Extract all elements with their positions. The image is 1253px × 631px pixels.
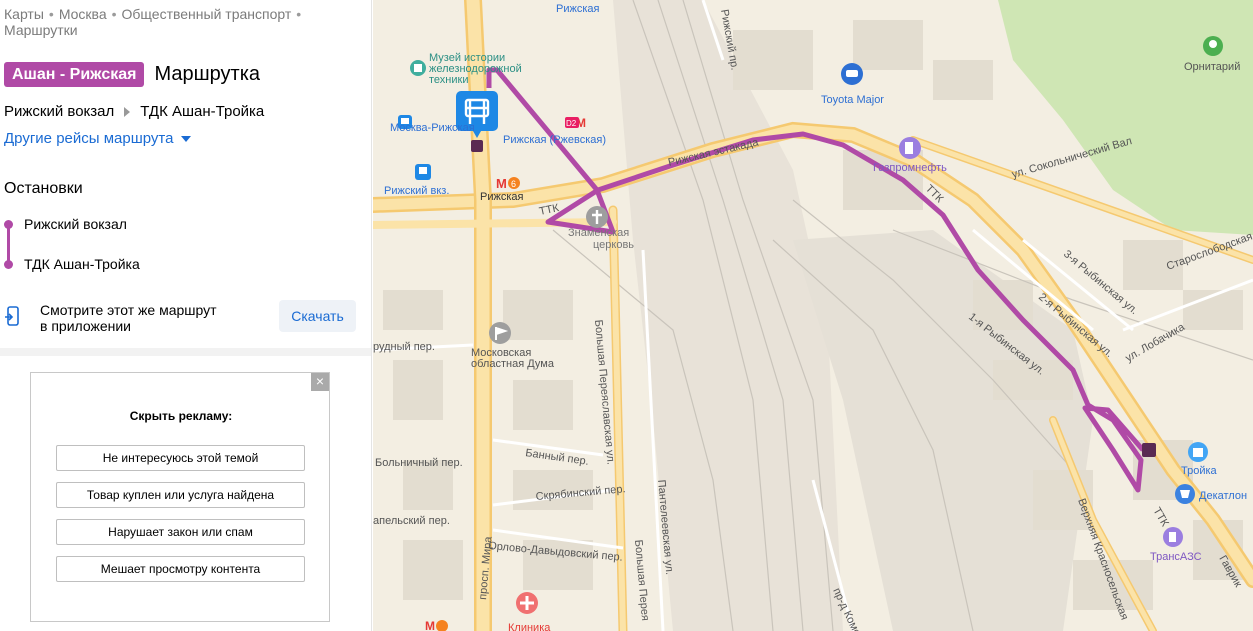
hide-ad-option[interactable]: Товар куплен или услуга найдена bbox=[56, 482, 305, 508]
map-canvas[interactable]: М6 МD2 М Рижская Музей истории железнодо… bbox=[373, 0, 1253, 631]
stops-heading: Остановки bbox=[4, 180, 83, 197]
label-bolnichny: Больничный пер. bbox=[375, 457, 463, 469]
breadcrumb-item-public-transport[interactable]: Общественный транспорт bbox=[122, 6, 292, 22]
label-riga-vokzal: Рижский вкз. bbox=[384, 185, 449, 197]
breadcrumb-item-moscow[interactable]: Москва bbox=[59, 6, 107, 22]
app-promo: Смотрите этот же маршрут в приложении Ск… bbox=[0, 294, 371, 348]
label-moskva-riga: Москва-Рижская bbox=[390, 122, 475, 134]
promo-line2: в приложении bbox=[40, 318, 131, 334]
other-trips-label: Другие рейсы маршрута bbox=[4, 130, 174, 147]
label-decathlon: Декатлон bbox=[1199, 490, 1247, 502]
route-title-row: Ашан - Рижская Маршрутка bbox=[4, 62, 260, 87]
route-type-title: Маршрутка bbox=[154, 63, 260, 85]
hide-ad-title: Скрыть рекламу: bbox=[129, 409, 233, 423]
route-badge: Ашан - Рижская bbox=[4, 62, 145, 87]
label-kapel: апельский пер. bbox=[373, 515, 450, 527]
chevron-down-icon bbox=[181, 135, 192, 142]
train-icon[interactable] bbox=[415, 164, 431, 180]
metro-line-number: 6 bbox=[511, 179, 516, 189]
hide-ad-box: × Скрыть рекламу: Не интересуюсь этой те… bbox=[30, 372, 330, 622]
stops-line bbox=[7, 224, 10, 264]
label-church: Знаменская bbox=[568, 227, 629, 239]
label-gazprom: Газпромнефть bbox=[873, 162, 947, 174]
fuel-icon[interactable] bbox=[1163, 527, 1183, 547]
church-icon[interactable] bbox=[586, 206, 608, 228]
svg-text:М: М bbox=[496, 176, 507, 191]
stop-item[interactable]: ТДК Ашан-Тройка bbox=[24, 256, 140, 272]
breadcrumb-separator: • bbox=[111, 6, 117, 22]
breadcrumb-item-maps[interactable]: Карты bbox=[4, 6, 44, 22]
promo-text: Смотрите этот же маршрут в приложении bbox=[40, 302, 217, 334]
flag-icon[interactable] bbox=[489, 322, 511, 344]
phone-icon bbox=[5, 306, 19, 326]
map[interactable]: М6 М D2 М Рижская Музей истории железнодо… bbox=[373, 0, 1253, 631]
divider bbox=[0, 348, 371, 356]
sidebar: Карты • Москва • Общественный транспорт • Марш… bbox=[0, 0, 372, 631]
label-toyota: Toyota Major bbox=[821, 94, 884, 106]
label-prud: рудный пер. bbox=[373, 341, 435, 353]
d2-label: D2 bbox=[566, 119, 577, 128]
zoo-icon[interactable] bbox=[1203, 36, 1223, 56]
stop-dot bbox=[4, 220, 13, 229]
route-from: Рижский вокзал bbox=[4, 103, 115, 120]
label-riga-metro: Рижская bbox=[480, 191, 524, 203]
label-b-pereyaslav2: Большая Перея bbox=[632, 539, 651, 621]
close-icon[interactable]: × bbox=[311, 373, 329, 391]
route-end-marker[interactable] bbox=[1142, 443, 1156, 457]
label-ttk-3: ТТК bbox=[1150, 506, 1171, 530]
route-direction: Рижский вокзал ТДК Ашан-Тройка bbox=[4, 103, 264, 120]
label-duma: областная Дума bbox=[471, 358, 555, 370]
hospital-icon[interactable] bbox=[516, 592, 538, 614]
hide-ad-option[interactable]: Нарушает закон или спам bbox=[56, 519, 305, 545]
direction-arrow-icon bbox=[124, 106, 131, 117]
label-church: церковь bbox=[593, 239, 634, 251]
metro-icon[interactable]: М6 bbox=[496, 176, 520, 191]
label-klinika: Клиника bbox=[508, 622, 551, 631]
breadcrumb-separator: • bbox=[48, 6, 54, 22]
label-riga-top: Рижская bbox=[556, 3, 600, 15]
svg-text:М: М bbox=[425, 619, 435, 631]
museum-icon[interactable] bbox=[410, 60, 426, 76]
label-museum: техники bbox=[429, 74, 468, 86]
breadcrumb-item-minibuses[interactable]: Маршрутки bbox=[4, 22, 78, 38]
label-riga-rzhev: Рижская (Ржевская) bbox=[503, 134, 606, 146]
label-troika: Тройка bbox=[1181, 465, 1218, 477]
hide-ad-option[interactable]: Не интересуюсь этой темой bbox=[56, 445, 305, 471]
breadcrumb: Карты • Москва • Общественный транспорт • Марш… bbox=[4, 6, 334, 38]
other-trips-link[interactable]: Другие рейсы маршрута bbox=[4, 130, 192, 147]
label-transazs: ТрансАЗС bbox=[1150, 551, 1202, 563]
stop-dot bbox=[4, 260, 13, 269]
metro-icon[interactable]: МD2 bbox=[565, 116, 586, 130]
stop-item[interactable]: Рижский вокзал bbox=[24, 216, 127, 232]
gas-station-icon[interactable] bbox=[899, 137, 921, 159]
download-button[interactable]: Скачать bbox=[279, 300, 356, 332]
toyota-icon[interactable] bbox=[841, 63, 863, 85]
breadcrumb-separator: • bbox=[296, 6, 302, 22]
sport-icon[interactable] bbox=[1175, 484, 1195, 504]
route-to: ТДК Ашан-Тройка bbox=[140, 103, 265, 120]
park-area bbox=[998, 0, 1253, 235]
label-orninary: Орнитарий bbox=[1184, 61, 1240, 73]
shop-icon[interactable] bbox=[1188, 442, 1208, 462]
promo-line1: Смотрите этот же маршрут bbox=[40, 302, 217, 318]
metro-icon[interactable]: М bbox=[425, 619, 448, 631]
hide-ad-option[interactable]: Мешает просмотру контента bbox=[56, 556, 305, 582]
